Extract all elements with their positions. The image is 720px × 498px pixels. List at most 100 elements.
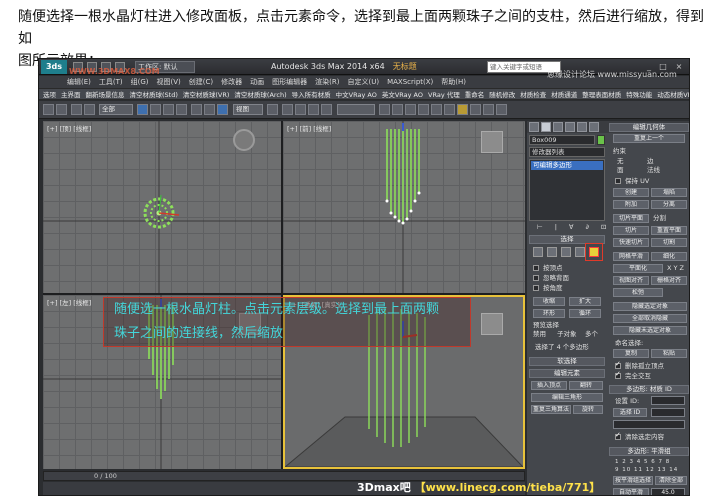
display-tab-icon[interactable] [577, 122, 587, 132]
menu-views[interactable]: 视图(V) [157, 77, 181, 87]
render-setup-icon[interactable] [470, 104, 481, 115]
smoothing-groups-rollout-header[interactable]: 多边形: 平滑组 [609, 447, 689, 456]
render-icon[interactable] [496, 104, 507, 115]
edit-triangulation-button[interactable]: 编辑三角形 [531, 393, 603, 402]
tab-item[interactable]: 清空材质球(VR) [183, 89, 230, 99]
move-icon[interactable] [191, 104, 202, 115]
stack-tools[interactable]: ⊢ | ∀ ∂ ⊡ [537, 223, 611, 231]
render-frame-icon[interactable] [483, 104, 494, 115]
constraint-face-radio[interactable]: 面 [617, 166, 624, 174]
menu-group[interactable]: 组(G) [131, 77, 149, 87]
rotate-icon[interactable] [204, 104, 215, 115]
make-planar-button[interactable]: 平面化 [613, 264, 663, 273]
menu-edit[interactable]: 编辑(E) [67, 77, 91, 87]
link-icon[interactable] [71, 104, 82, 115]
material-id-rollout-header[interactable]: 多边形: 材质 ID [609, 385, 689, 394]
spinner-snap-icon[interactable] [321, 104, 332, 115]
unhide-all-button[interactable]: 全部取消隐藏 [613, 314, 687, 323]
reference-coordinate-select[interactable]: 视图 [233, 104, 263, 115]
auto-smooth-value[interactable]: 45.0 [651, 488, 685, 495]
constraint-normal-radio[interactable]: 法线 [647, 166, 660, 174]
viewport-label[interactable]: [+] [前] [线框] [287, 123, 331, 133]
viewport-label[interactable]: [+] [顶] [线框] [47, 123, 91, 133]
detach-button[interactable]: 分离 [651, 200, 687, 209]
smoothing-group-grid[interactable]: 9 10 11 12 13 14 [615, 466, 678, 474]
rect-region-icon[interactable] [163, 104, 174, 115]
tab-item[interactable]: 材质通道 [551, 89, 577, 99]
motion-tab-icon[interactable] [565, 122, 575, 132]
insert-vertex-button[interactable]: 插入顶点 [531, 381, 567, 390]
material-name-select[interactable] [613, 420, 685, 429]
object-color-swatch[interactable] [597, 135, 605, 145]
grow-button[interactable]: 扩大 [569, 297, 601, 306]
angle-snap-icon[interactable] [295, 104, 306, 115]
edge-level-icon[interactable] [547, 247, 557, 257]
tab-item[interactable]: 清空材质球(Arch) [234, 89, 286, 99]
soft-selection-rollout-header[interactable]: 软选择 [529, 357, 605, 366]
unlink-icon[interactable] [84, 104, 95, 115]
select-by-sg-button[interactable]: 按平滑组选择 [613, 476, 653, 485]
tab-item[interactable]: 翻新场景信息 [86, 89, 125, 99]
hierarchy-tab-icon[interactable] [553, 122, 563, 132]
relax-button[interactable]: 松弛 [613, 288, 663, 297]
curve-editor-icon[interactable] [431, 104, 442, 115]
menu-customize[interactable]: 自定义(U) [347, 77, 379, 87]
tab-item[interactable]: 特殊功能 [626, 89, 652, 99]
object-name-field[interactable]: Box009 [529, 135, 595, 145]
snap-icon[interactable] [282, 104, 293, 115]
split-checkbox[interactable]: 分割 [653, 214, 666, 222]
tab-item[interactable]: 英文VRay AO [382, 89, 423, 99]
flip-button[interactable]: 翻转 [569, 381, 603, 390]
view-align-button[interactable]: 视图对齐 [613, 276, 649, 285]
by-angle-checkbox[interactable] [533, 285, 539, 291]
percent-snap-icon[interactable] [308, 104, 319, 115]
scale-icon[interactable] [217, 104, 228, 115]
paste-button[interactable]: 粘贴 [651, 349, 687, 358]
edit-elements-rollout-header[interactable]: 编辑元素 [529, 369, 605, 378]
constraint-none-radio[interactable]: 无 [617, 157, 624, 165]
slice-plane-button[interactable]: 切片平面 [613, 214, 649, 223]
selection-filter-select[interactable]: 全部 [99, 104, 133, 115]
viewport-front[interactable]: [+] [前] [线框] [283, 121, 525, 293]
mirror-icon[interactable] [379, 104, 390, 115]
auto-smooth-button[interactable]: 自动平滑 [613, 488, 649, 495]
grid-align-button[interactable]: 栅格对齐 [651, 276, 687, 285]
tab-item[interactable]: 清空材质球(Std) [130, 89, 178, 99]
tab-item[interactable]: VRay 代理 [428, 89, 460, 99]
clear-selection-checkbox[interactable] [615, 431, 621, 440]
tab-item[interactable]: 主界面 [61, 89, 81, 99]
menu-graph-editors[interactable]: 图形编辑器 [272, 77, 307, 87]
viewport-top[interactable]: [+] [顶] [线框] [43, 121, 281, 293]
set-id-spinner[interactable] [651, 396, 685, 405]
layer-icon[interactable] [405, 104, 416, 115]
full-interactivity-checkbox[interactable] [615, 370, 621, 379]
preview-subobject-radio[interactable]: 子对象 [557, 330, 577, 338]
slice-button[interactable]: 切片 [613, 226, 649, 235]
app-logo-icon[interactable]: 3ds [41, 60, 67, 74]
tab-item[interactable]: 选项 [43, 89, 56, 99]
tab-item[interactable]: 导入所有材质 [292, 89, 331, 99]
clear-all-sg-button[interactable]: 清除全部 [655, 476, 687, 485]
tab-item[interactable]: 材质检查 [520, 89, 546, 99]
retriangulate-button[interactable]: 重复三角算法 [531, 405, 571, 414]
redo-icon[interactable] [56, 104, 67, 115]
ring-button[interactable]: 环形 [533, 309, 565, 318]
modify-tab-icon[interactable] [541, 122, 551, 132]
polygon-level-icon[interactable] [575, 247, 585, 257]
menu-rendering[interactable]: 渲染(R) [315, 77, 339, 87]
reset-plane-button[interactable]: 重置平面 [651, 226, 687, 235]
smoothing-group-grid[interactable]: 1 2 3 4 5 6 7 8 [615, 458, 670, 466]
named-selection-select[interactable] [337, 104, 375, 115]
delete-isolated-checkbox[interactable] [615, 360, 621, 369]
create-tab-icon[interactable] [529, 122, 539, 132]
vertex-level-icon[interactable] [533, 247, 543, 257]
undo-icon[interactable] [43, 104, 54, 115]
menu-create[interactable]: 创建(C) [189, 77, 213, 87]
collapse-button[interactable]: 塌陷 [651, 188, 687, 197]
tessellate-button[interactable]: 细化 [651, 252, 687, 261]
turn-button[interactable]: 旋转 [573, 405, 603, 414]
preview-multi-radio[interactable]: 多个 [585, 330, 598, 338]
stack-item-editable-poly[interactable]: 可编辑多边形 [531, 161, 603, 170]
xyz-buttons[interactable]: X Y Z [667, 264, 684, 272]
tab-item[interactable]: 随机修改 [489, 89, 515, 99]
